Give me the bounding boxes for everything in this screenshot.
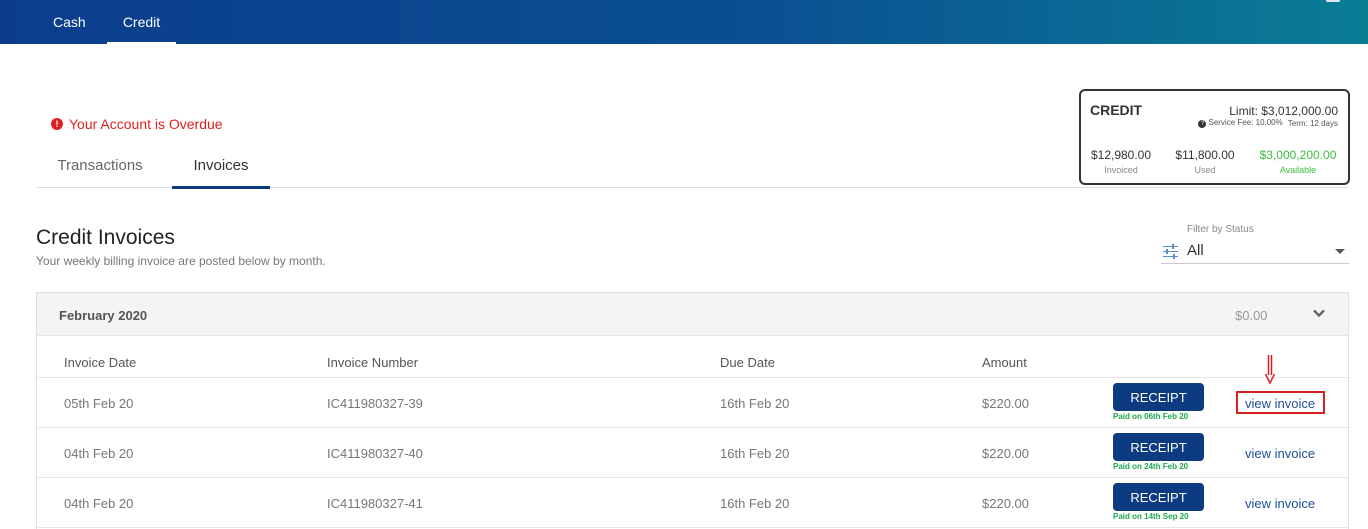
table-header: Invoice Date Invoice Number Due Date Amo…	[37, 336, 1348, 378]
receipt-button[interactable]: RECEIPT	[1113, 433, 1204, 461]
table-row: 04th Feb 20 IC411980327-41 16th Feb 20 $…	[37, 478, 1348, 528]
tab-credit[interactable]: Credit	[107, 0, 176, 44]
filter-value: All	[1187, 242, 1204, 259]
status-filter-select[interactable]: All	[1161, 240, 1349, 264]
menu-icon[interactable]	[1326, 0, 1340, 2]
tab-invoices[interactable]: Invoices	[172, 149, 270, 189]
credit-limit: Limit: $3,012,000.00	[1229, 104, 1338, 118]
credit-summary-card: CREDIT Limit: $3,012,000.00 ? Service Fee…	[1079, 89, 1350, 185]
month-panel: February 2020 $0.00 Invoice Date Invoice…	[36, 292, 1349, 529]
invoice-date: 04th Feb 20	[64, 496, 134, 511]
stat-invoiced: $12,980.00 Invoiced	[1090, 148, 1152, 175]
amount: $220.00	[982, 446, 1029, 461]
service-fee: Service Fee: 10.00%	[1208, 118, 1283, 127]
invoice-number: IC411980327-40	[327, 446, 423, 461]
alert-circle-icon: !	[51, 118, 63, 130]
overdue-alert: ! Your Account is Overdue	[51, 116, 223, 132]
due-date: 16th Feb 20	[720, 446, 790, 461]
chevron-down-icon[interactable]	[1313, 307, 1325, 319]
credit-meta: ? Service Fee: 10.00% Term: 12 days	[1198, 118, 1338, 128]
invoice-date: 04th Feb 20	[64, 446, 134, 461]
stat-available-value: $3,000,200.00	[1259, 148, 1337, 162]
table-row: 04th Feb 20 IC411980327-40 16th Feb 20 $…	[37, 428, 1348, 478]
col-invoice-date: Invoice Date	[64, 355, 137, 370]
stat-used: $11,800.00 Used	[1173, 148, 1237, 175]
stat-available-label: Available	[1279, 165, 1317, 175]
paid-status: Paid on 24th Feb 20	[1113, 462, 1189, 471]
receipt-button[interactable]: RECEIPT	[1113, 483, 1204, 511]
stat-invoiced-label: Invoiced	[1104, 165, 1138, 175]
due-date: 16th Feb 20	[720, 496, 790, 511]
caret-down-icon	[1335, 249, 1345, 254]
filter-label: Filter by Status	[1187, 224, 1254, 235]
page-title: Credit Invoices	[36, 226, 175, 249]
stat-invoiced-value: $12,980.00	[1090, 148, 1152, 162]
highlight-box	[1236, 391, 1325, 414]
amount: $220.00	[982, 496, 1029, 511]
question-circle-icon[interactable]: ?	[1198, 120, 1207, 128]
credit-title: CREDIT	[1090, 102, 1143, 118]
due-date: 16th Feb 20	[720, 396, 790, 411]
stat-used-value: $11,800.00	[1175, 148, 1235, 162]
col-invoice-number: Invoice Number	[327, 355, 419, 370]
month-name: February 2020	[59, 308, 148, 323]
view-invoice-link[interactable]: view invoice	[1245, 446, 1315, 461]
tab-cash[interactable]: Cash	[53, 0, 86, 44]
invoice-date: 05th Feb 20	[64, 396, 134, 411]
tab-transactions[interactable]: Transactions	[36, 149, 164, 187]
down-arrow-icon	[1265, 355, 1275, 385]
paid-status: Paid on 06th Feb 20	[1113, 412, 1189, 421]
view-invoice-link[interactable]: view invoice	[1245, 496, 1315, 511]
invoice-number: IC411980327-41	[327, 496, 423, 511]
paid-status: Paid on 14th Sep 20	[1113, 512, 1189, 521]
top-nav-bar: Cash Credit	[0, 0, 1368, 44]
col-amount: Amount	[982, 355, 1027, 370]
amount: $220.00	[982, 396, 1029, 411]
page-subtitle: Your weekly billing invoice are posted b…	[36, 254, 326, 268]
stat-available: $3,000,200.00 Available	[1257, 148, 1339, 175]
invoice-number: IC411980327-39	[327, 396, 423, 411]
filter-sliders-icon	[1163, 244, 1178, 259]
receipt-button[interactable]: RECEIPT	[1113, 383, 1204, 411]
overdue-alert-text: Your Account is Overdue	[69, 116, 223, 132]
col-due-date: Due Date	[720, 355, 775, 370]
credit-term: Term: 12 days	[1287, 118, 1338, 128]
month-header[interactable]: February 2020 $0.00	[37, 293, 1348, 336]
table-row: 05th Feb 20 IC411980327-39 16th Feb 20 $…	[37, 378, 1348, 428]
stat-used-label: Used	[1194, 165, 1216, 175]
month-total: $0.00	[1235, 308, 1268, 323]
